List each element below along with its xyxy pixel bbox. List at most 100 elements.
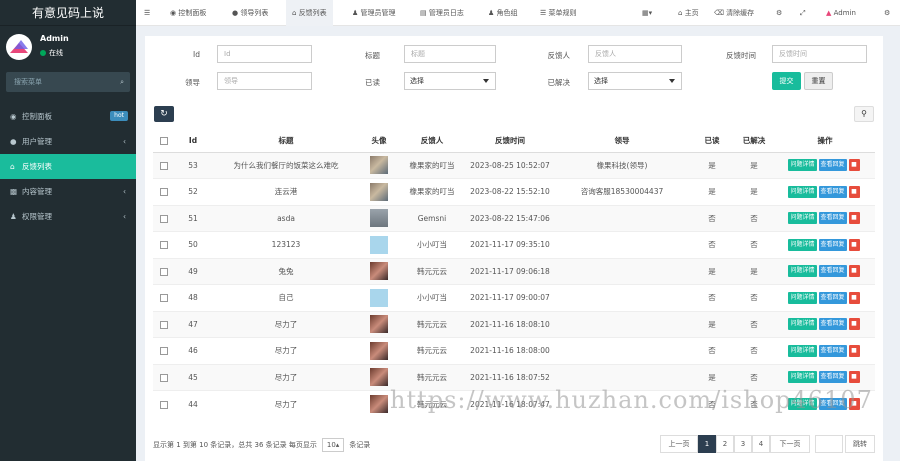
checkbox[interactable]: [160, 294, 168, 303]
search-icon[interactable]: ⌕: [120, 72, 124, 92]
row-checkbox[interactable]: [153, 257, 175, 285]
col-id[interactable]: Id: [175, 130, 211, 153]
tab-menu-rules[interactable]: ☰ 菜单规则: [540, 0, 577, 26]
table-row[interactable]: 49 兔兔 韩元元云 2021-11-17 09:06:18 是是问题详情 查看回复 ■: [153, 257, 875, 285]
checkbox[interactable]: [160, 400, 168, 409]
table-row[interactable]: 46 尽力了 韩元元云 2021-11-16 18:08:00 否否问题详情 查看回复 ■: [153, 337, 875, 364]
reply-button[interactable]: 查看回复: [818, 185, 847, 198]
row-checkbox[interactable]: [153, 204, 175, 232]
delete-button[interactable]: ■: [848, 212, 860, 225]
page-size-select[interactable]: 10▴: [322, 438, 345, 452]
prev-page-button[interactable]: 上一页: [660, 435, 698, 453]
detail-button[interactable]: 问题详情: [788, 318, 817, 331]
table-row[interactable]: 52 连云港 橡果家的叮当 2023-08-22 15:52:10 咨询客服185300…: [153, 178, 875, 205]
delete-button[interactable]: ■: [848, 318, 860, 331]
tab-roles[interactable]: ♟ 角色组: [488, 0, 518, 26]
detail-button[interactable]: 问题详情: [788, 344, 817, 357]
checkbox[interactable]: [160, 320, 168, 329]
row-checkbox[interactable]: [153, 231, 175, 258]
checkbox[interactable]: [160, 241, 168, 250]
table-row[interactable]: 51 asda Gemsni 2023-08-22 15:47:06 否否问题详情 查看回…: [153, 204, 875, 232]
filter-person-input[interactable]: 反馈人: [588, 45, 682, 63]
row-checkbox[interactable]: [153, 363, 175, 391]
filter-leader-input[interactable]: 领导: [217, 72, 312, 90]
filter-resolved-select[interactable]: 选择: [588, 72, 682, 90]
reply-button[interactable]: 查看回复: [818, 344, 847, 357]
go-button[interactable]: 跳转: [845, 435, 875, 453]
avatar-image[interactable]: [370, 262, 388, 281]
reply-button[interactable]: 查看回复: [818, 371, 847, 384]
filter-read-select[interactable]: 选择: [404, 72, 496, 90]
row-checkbox[interactable]: [153, 284, 175, 311]
avatar-image[interactable]: [370, 156, 388, 175]
filter-id-input[interactable]: Id: [217, 45, 312, 63]
page-1-button[interactable]: 1: [698, 435, 716, 453]
page-jump-input[interactable]: [815, 435, 843, 453]
checkbox[interactable]: [160, 137, 168, 146]
avatar-image[interactable]: [370, 182, 388, 201]
checkbox[interactable]: [160, 267, 168, 276]
row-checkbox[interactable]: [153, 390, 175, 417]
detail-button[interactable]: 问题详情: [788, 265, 817, 278]
next-page-button[interactable]: 下一页: [770, 435, 810, 453]
menu-toggle-icon[interactable]: ☰: [144, 0, 150, 26]
filter-time-input[interactable]: 反馈时间: [772, 45, 867, 63]
avatar-image[interactable]: [370, 315, 388, 334]
reply-button[interactable]: 查看回复: [818, 318, 847, 331]
delete-button[interactable]: ■: [848, 265, 860, 278]
sidebar-item-content[interactable]: ▩ 内容管理 ‹: [0, 179, 136, 204]
detail-button[interactable]: 问题详情: [788, 291, 817, 304]
reply-button[interactable]: 查看回复: [818, 159, 847, 172]
avatar-image[interactable]: [370, 235, 388, 254]
clear-cache-button[interactable]: ⌫ 清除缓存: [714, 0, 754, 26]
filter-title-input[interactable]: 标题: [404, 45, 496, 63]
table-row[interactable]: 47 尽力了 韩元元云 2021-11-16 18:08:10 是否问题详情 查看回复 ■: [153, 310, 875, 338]
delete-button[interactable]: ■: [848, 291, 860, 304]
checkbox[interactable]: [160, 214, 168, 223]
row-checkbox[interactable]: [153, 151, 175, 179]
page-3-button[interactable]: 3: [734, 435, 752, 453]
gear-icon[interactable]: ⚙: [884, 0, 890, 26]
sidebar-search-input[interactable]: 搜索菜单 ⌕: [6, 72, 130, 92]
reply-button[interactable]: 查看回复: [818, 265, 847, 278]
app-title[interactable]: 有意见码上说: [0, 0, 136, 26]
reply-button[interactable]: 查看回复: [818, 212, 847, 225]
row-checkbox[interactable]: [153, 337, 175, 364]
detail-button[interactable]: 问题详情: [788, 238, 817, 251]
tab-admin-log[interactable]: ▤ 管理员日志: [420, 0, 464, 26]
page-2-button[interactable]: 2: [716, 435, 734, 453]
avatar-image[interactable]: [370, 341, 388, 360]
delete-button[interactable]: ■: [848, 185, 860, 198]
submit-button[interactable]: 提交: [772, 72, 801, 90]
checkbox[interactable]: [160, 347, 168, 356]
table-row[interactable]: 48 自己 小小叮当 2021-11-17 09:00:07 否否问题详情 查看回复 ■: [153, 284, 875, 311]
detail-button[interactable]: 问题详情: [788, 212, 817, 225]
page-4-button[interactable]: 4: [752, 435, 770, 453]
sidebar-item-feedback[interactable]: ⌂ 反馈列表: [0, 154, 136, 179]
topbar-user[interactable]: ▲ Admin: [826, 0, 856, 26]
sidebar-item-dashboard[interactable]: ◉ 控制面板 hot: [0, 104, 136, 129]
avatar-image[interactable]: [370, 395, 388, 413]
tab-admins[interactable]: ♟ 管理员管理: [352, 0, 396, 26]
checkbox[interactable]: [160, 373, 168, 382]
delete-button[interactable]: ■: [848, 159, 860, 172]
avatar-image[interactable]: [370, 288, 388, 307]
detail-button[interactable]: 问题详情: [788, 185, 817, 198]
table-row[interactable]: 53 为什么我们餐厅的饭菜这么难吃 橡果家的叮当 2023-08-25 10:52:0…: [153, 151, 875, 179]
home-link[interactable]: ⌂ 主页: [678, 0, 699, 26]
settings-icon[interactable]: ⚙: [776, 0, 782, 26]
fullscreen-icon[interactable]: ⤢: [800, 0, 806, 26]
checkbox[interactable]: [160, 188, 168, 197]
tabs-dropdown-icon[interactable]: ▦▾: [642, 0, 652, 26]
delete-button[interactable]: ■: [848, 344, 860, 357]
reply-button[interactable]: 查看回复: [818, 238, 847, 251]
row-checkbox[interactable]: [153, 310, 175, 338]
select-all-checkbox[interactable]: [153, 130, 175, 153]
sidebar-item-permissions[interactable]: ♟ 权限管理 ‹: [0, 204, 136, 229]
reset-button[interactable]: 重置: [804, 72, 833, 90]
reply-button[interactable]: 查看回复: [818, 291, 847, 304]
row-checkbox[interactable]: [153, 178, 175, 205]
refresh-button[interactable]: ↻: [154, 106, 174, 122]
delete-button[interactable]: ■: [848, 238, 860, 251]
toggle-search-button[interactable]: ⚲: [854, 106, 874, 122]
